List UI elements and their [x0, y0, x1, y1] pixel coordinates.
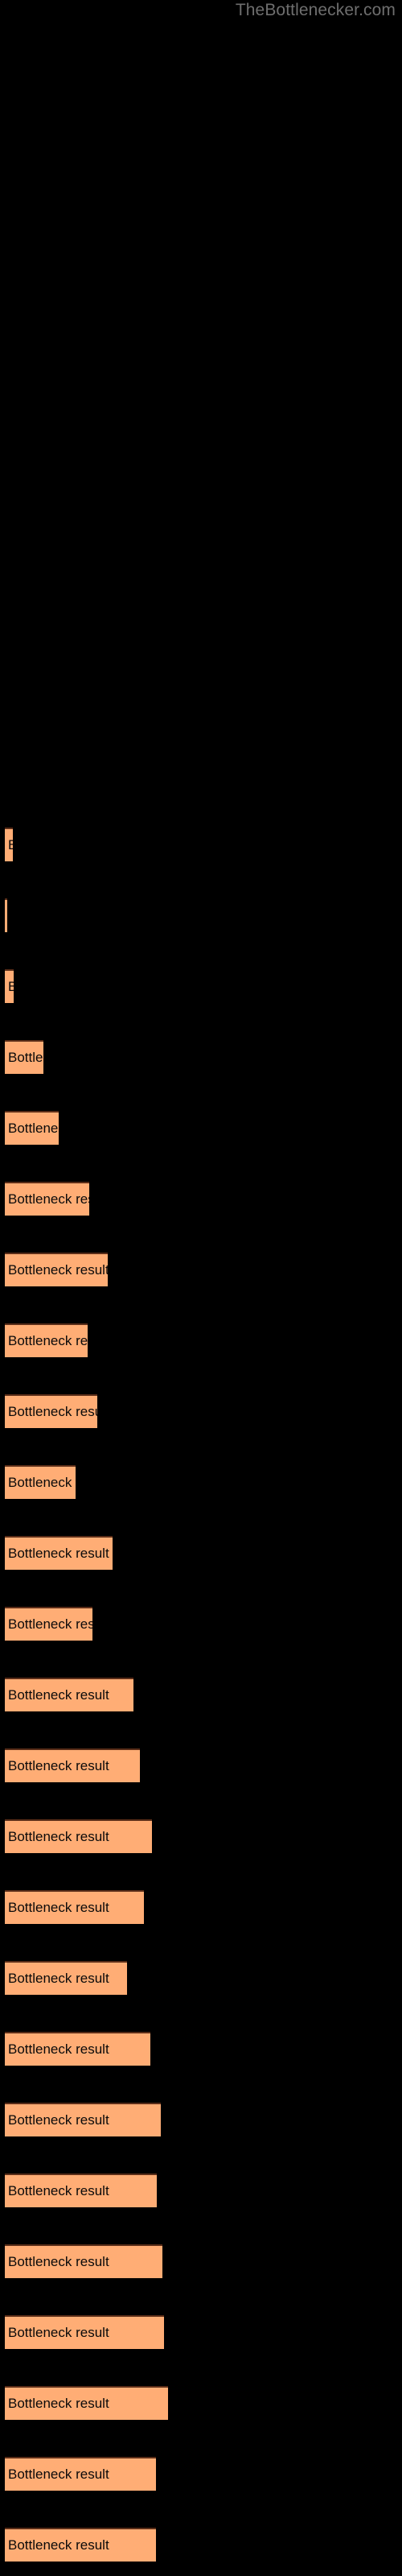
bar-row: Bottleneck result — [0, 2032, 402, 2066]
bar[interactable]: Bottleneck result — [5, 1182, 89, 1216]
bar[interactable]: Bottleneck result — [5, 2174, 157, 2207]
bar[interactable]: Bottleneck result — [5, 2528, 156, 2562]
bar-row: Bottleneck result — [0, 828, 402, 861]
bar[interactable]: Bottleneck result — [5, 969, 14, 1003]
bar[interactable]: Bottleneck result — [5, 1536, 113, 1570]
bar-label: Bottleneck result — [8, 1191, 89, 1207]
bottleneck-bar-chart: Bottleneck result Bottleneck result Bottle… — [0, 0, 402, 2576]
bar[interactable]: Bottleneck result — [5, 2032, 150, 2066]
bar-row: Bottleneck result — [0, 1536, 402, 1570]
bar-label: Bottleneck result — [8, 2183, 109, 2198]
bar-row: Bottleneck result — [0, 1607, 402, 1641]
bar-label: Bottleneck result — [8, 1900, 109, 1915]
bar-row: Bottleneck result — [0, 2386, 402, 2420]
bar[interactable]: Bottleneck result — [5, 1394, 97, 1428]
bar-row: Bottleneck result — [0, 1961, 402, 1995]
bar[interactable]: Bottleneck result — [5, 1323, 88, 1357]
bar-row: Bottleneck result — [0, 2528, 402, 2562]
bar-label: Bottleneck result — [8, 1050, 43, 1065]
bar[interactable]: Bottleneck result — [5, 1890, 144, 1924]
bar-row: Bottleneck result — [0, 1111, 402, 1145]
bar[interactable]: Bottleneck result — [5, 1111, 59, 1145]
bar-row: Bottleneck result — [0, 1678, 402, 1711]
bar[interactable]: Bottleneck result — [5, 1748, 140, 1782]
bar[interactable]: Bottleneck result — [5, 1607, 92, 1641]
bar-label: Bottleneck result — [8, 1829, 109, 1844]
bar-row: Bottleneck result — [0, 1323, 402, 1357]
bar-row: Bottleneck result — [0, 969, 402, 1003]
bar-label: Bottleneck result — [8, 979, 14, 995]
bar[interactable]: Bottleneck result — [5, 2244, 162, 2278]
bar-row: Bottleneck result — [0, 2103, 402, 2136]
bar-row: Bottleneck result — [0, 2244, 402, 2278]
bar-row: Bottleneck result — [0, 1890, 402, 1924]
bar-row: Bottleneck result — [0, 1394, 402, 1428]
bar-label: Bottleneck result — [8, 2396, 109, 2411]
bar[interactable]: Bottleneck result — [5, 1040, 43, 1074]
bar-row: Bottleneck result — [0, 2174, 402, 2207]
bar-label: Bottleneck result — [8, 1475, 76, 1490]
bar-label: Bottleneck result — [8, 2537, 109, 2553]
bar[interactable]: Bottleneck result — [5, 1253, 108, 1286]
bar-label: Bottleneck result — [8, 1262, 108, 1278]
bar-label: Bottleneck result — [8, 1121, 59, 1136]
bar-label: Bottleneck result — [8, 2254, 109, 2269]
bar-label: Bottleneck result — [8, 1616, 92, 1632]
bar-label: Bottleneck result — [8, 2112, 109, 2128]
bar-row: Bottleneck result — [0, 1182, 402, 1216]
bar-row: Bottleneck result — [0, 1040, 402, 1074]
bar[interactable]: Bottleneck result — [5, 2315, 164, 2349]
bar-label: Bottleneck result — [8, 1404, 97, 1419]
bar[interactable]: Bottleneck result — [5, 2386, 168, 2420]
bar-row: Bottleneck result — [0, 1253, 402, 1286]
bar-label: Bottleneck result — [8, 1687, 109, 1703]
bar-label: Bottleneck result — [8, 1758, 109, 1773]
bar-row: Bottleneck result — [0, 1748, 402, 1782]
bar[interactable]: Bottleneck result — [5, 1678, 133, 1711]
bar-row: Bottleneck result — [0, 2315, 402, 2349]
bar[interactable]: Bottleneck result — [5, 1961, 127, 1995]
bar[interactable]: Bottleneck result — [5, 2103, 161, 2136]
bar-row: Bottleneck result — [0, 1819, 402, 1853]
bar-label: Bottleneck result — [8, 2467, 109, 2482]
bar-label: Bottleneck result — [8, 2041, 109, 2057]
bar-label: Bottleneck result — [8, 2325, 109, 2340]
bar[interactable]: Bottleneck result — [5, 1465, 76, 1499]
bar-label: Bottleneck result — [8, 1546, 109, 1561]
bar[interactable]: Bottleneck result — [5, 828, 13, 861]
bar-row: Bottleneck result — [0, 1465, 402, 1499]
bar[interactable]: Bottleneck result — [5, 2457, 156, 2491]
bar-row: Bottleneck result — [0, 898, 402, 932]
bar[interactable]: Bottleneck result — [5, 898, 7, 932]
bar-label: Bottleneck result — [8, 837, 13, 853]
bar-label: Bottleneck result — [8, 1333, 88, 1348]
bar[interactable]: Bottleneck result — [5, 1819, 152, 1853]
bar-label: Bottleneck result — [8, 1971, 109, 1986]
bar-row: Bottleneck result — [0, 2457, 402, 2491]
